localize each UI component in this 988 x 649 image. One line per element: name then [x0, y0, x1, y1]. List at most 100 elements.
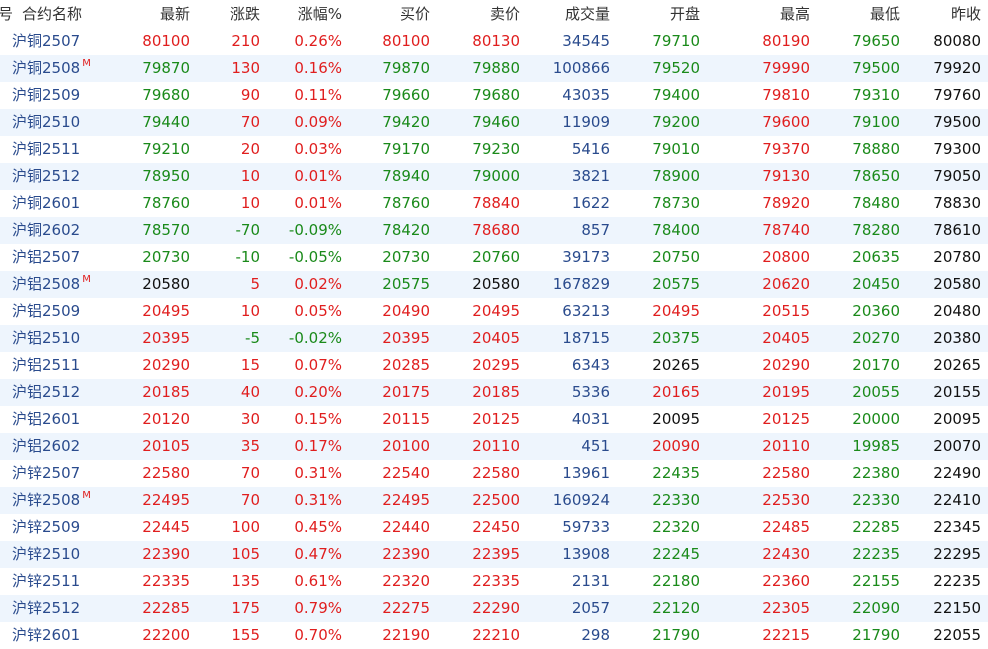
cell-last: 20495: [142, 302, 190, 320]
cell-high: 20125: [762, 410, 810, 428]
cell-open: 78900: [652, 167, 700, 185]
cell-last: 22390: [142, 545, 190, 563]
table-row[interactable]: 沪锌2510 22390 105 0.47% 22390 22395 13908 22245 2…: [0, 541, 988, 568]
cell-last: 78760: [142, 194, 190, 212]
cell-last: 78570: [142, 221, 190, 239]
cell-last: 20580: [142, 275, 190, 293]
table-row[interactable]: 沪铜2509 79680 90 0.11% 79660 79680 43035 79400 79…: [0, 82, 988, 109]
cell-volume: 63213: [562, 302, 610, 320]
cell-last: 80100: [142, 32, 190, 50]
cell-name: 沪锌2507: [12, 460, 122, 487]
cell-open: 22435: [652, 464, 700, 482]
cell-open: 22320: [652, 518, 700, 536]
header-volume[interactable]: 成交量: [520, 0, 610, 28]
cell-prev: 22345: [933, 518, 981, 536]
table-row[interactable]: 沪锌2507 22580 70 0.31% 22540 22580 13961 22435 22…: [0, 460, 988, 487]
cell-bid: 79660: [382, 86, 430, 104]
table-row[interactable]: 沪铝2511 20290 15 0.07% 20285 20295 6343 20265 202…: [0, 352, 988, 379]
header-name[interactable]: 合约名称: [22, 0, 122, 28]
cell-low: 20360: [852, 302, 900, 320]
cell-change: 70: [240, 491, 260, 509]
cell-open: 20165: [652, 383, 700, 401]
contract-name: 沪锌2512: [12, 599, 81, 617]
table-row[interactable]: 沪铜2508 M 79870 130 0.16% 79870 79880 100866 7952…: [0, 55, 988, 82]
header-ask[interactable]: 卖价: [430, 0, 520, 28]
table-row[interactable]: 沪铝2509 20495 10 0.05% 20490 20495 63213 20495 20…: [0, 298, 988, 325]
cell-bid: 79870: [382, 59, 430, 77]
cell-pct: 0.31%: [294, 491, 342, 509]
header-high[interactable]: 最高: [700, 0, 810, 28]
cell-volume: 100866: [552, 59, 610, 77]
cell-pct: 0.01%: [294, 194, 342, 212]
table-row[interactable]: 沪铝2512 20185 40 0.20% 20175 20185 5336 20165 201…: [0, 379, 988, 406]
cell-bid: 22390: [382, 545, 430, 563]
table-row[interactable]: 沪锌2512 22285 175 0.79% 22275 22290 2057 22120 22…: [0, 595, 988, 622]
cell-open: 79200: [652, 113, 700, 131]
cell-name: 沪铝2507: [12, 244, 122, 271]
header-bid[interactable]: 买价: [342, 0, 430, 28]
cell-name: 沪铝2508 M: [12, 271, 122, 298]
cell-ask: 22450: [472, 518, 520, 536]
header-index[interactable]: 号: [0, 0, 13, 28]
cell-name: 沪铜2601: [12, 190, 122, 217]
cell-high: 79990: [762, 59, 810, 77]
contract-name: 沪锌2510: [12, 545, 81, 563]
contract-name: 沪铜2602: [12, 221, 81, 239]
cell-high: 22430: [762, 545, 810, 563]
table-row[interactable]: 沪铜2602 78570 -70 -0.09% 78420 78680 857 78400 78…: [0, 217, 988, 244]
cell-change: 100: [231, 518, 260, 536]
table-row[interactable]: 沪铝2510 20395 -5 -0.02% 20395 20405 18715 20375 2…: [0, 325, 988, 352]
main-contract-badge: M: [82, 58, 91, 69]
cell-high: 22485: [762, 518, 810, 536]
contract-name: 沪铜2511: [12, 140, 81, 158]
table-row[interactable]: 沪锌2508 M 22495 70 0.31% 22495 22500 160924 22330…: [0, 487, 988, 514]
cell-volume: 34545: [562, 32, 610, 50]
cell-high: 20620: [762, 275, 810, 293]
header-low[interactable]: 最低: [810, 0, 900, 28]
cell-change: 15: [240, 356, 260, 374]
cell-name: 沪铜2507: [12, 28, 122, 55]
cell-volume: 59733: [562, 518, 610, 536]
cell-pct: 0.26%: [294, 32, 342, 50]
table-row[interactable]: 沪锌2509 22445 100 0.45% 22440 22450 59733 22320 2…: [0, 514, 988, 541]
header-open[interactable]: 开盘: [610, 0, 700, 28]
cell-last: 20290: [142, 356, 190, 374]
header-pct[interactable]: 涨幅%: [260, 0, 342, 28]
table-row[interactable]: 沪铜2510 79440 70 0.09% 79420 79460 11909 79200 79…: [0, 109, 988, 136]
cell-ask: 79230: [472, 140, 520, 158]
table-row[interactable]: 沪铜2512 78950 10 0.01% 78940 79000 3821 78900 791…: [0, 163, 988, 190]
table-row[interactable]: 沪铝2507 20730 -10 -0.05% 20730 20760 39173 20750…: [0, 244, 988, 271]
table-row[interactable]: 沪铝2602 20105 35 0.17% 20100 20110 451 20090 2011…: [0, 433, 988, 460]
table-row[interactable]: 沪铜2507 80100 210 0.26% 80100 80130 34545 79710 8…: [0, 28, 988, 55]
table-row[interactable]: 沪铝2508 M 20580 5 0.02% 20575 20580 167829 20575 2…: [0, 271, 988, 298]
cell-pct: 0.11%: [294, 86, 342, 104]
cell-low: 22380: [852, 464, 900, 482]
cell-low: 19985: [852, 437, 900, 455]
contract-name: 沪锌2601: [12, 626, 81, 644]
contract-name: 沪锌2511: [12, 572, 81, 590]
cell-pct: 0.47%: [294, 545, 342, 563]
cell-volume: 11909: [562, 113, 610, 131]
cell-open: 79710: [652, 32, 700, 50]
quote-table: 号 合约名称 最新 涨跌 涨幅% 买价 卖价 成交量 开盘 最高 最低 昨收 沪…: [0, 0, 988, 649]
cell-volume: 3821: [571, 167, 610, 185]
cell-ask: 20495: [472, 302, 520, 320]
table-row[interactable]: 沪铜2601 78760 10 0.01% 78760 78840 1622 78730 789…: [0, 190, 988, 217]
cell-ask: 78840: [472, 194, 520, 212]
cell-change: 10: [240, 194, 260, 212]
table-row[interactable]: 沪铝2601 20120 30 0.15% 20115 20125 4031 20095 201…: [0, 406, 988, 433]
cell-prev: 20380: [933, 329, 981, 347]
cell-change: 35: [240, 437, 260, 455]
cell-open: 20575: [652, 275, 700, 293]
table-row[interactable]: 沪铜2511 79210 20 0.03% 79170 79230 5416 79010 793…: [0, 136, 988, 163]
cell-high: 20515: [762, 302, 810, 320]
header-change[interactable]: 涨跌: [190, 0, 260, 28]
contract-name: 沪锌2509: [12, 518, 81, 536]
table-row[interactable]: 沪锌2511 22335 135 0.61% 22320 22335 2131 22180 22…: [0, 568, 988, 595]
header-prev[interactable]: 昨收: [900, 0, 981, 28]
cell-pct: 0.17%: [294, 437, 342, 455]
cell-last: 79680: [142, 86, 190, 104]
cell-change: 10: [240, 167, 260, 185]
cell-name: 沪铜2510: [12, 109, 122, 136]
header-last[interactable]: 最新: [110, 0, 190, 28]
